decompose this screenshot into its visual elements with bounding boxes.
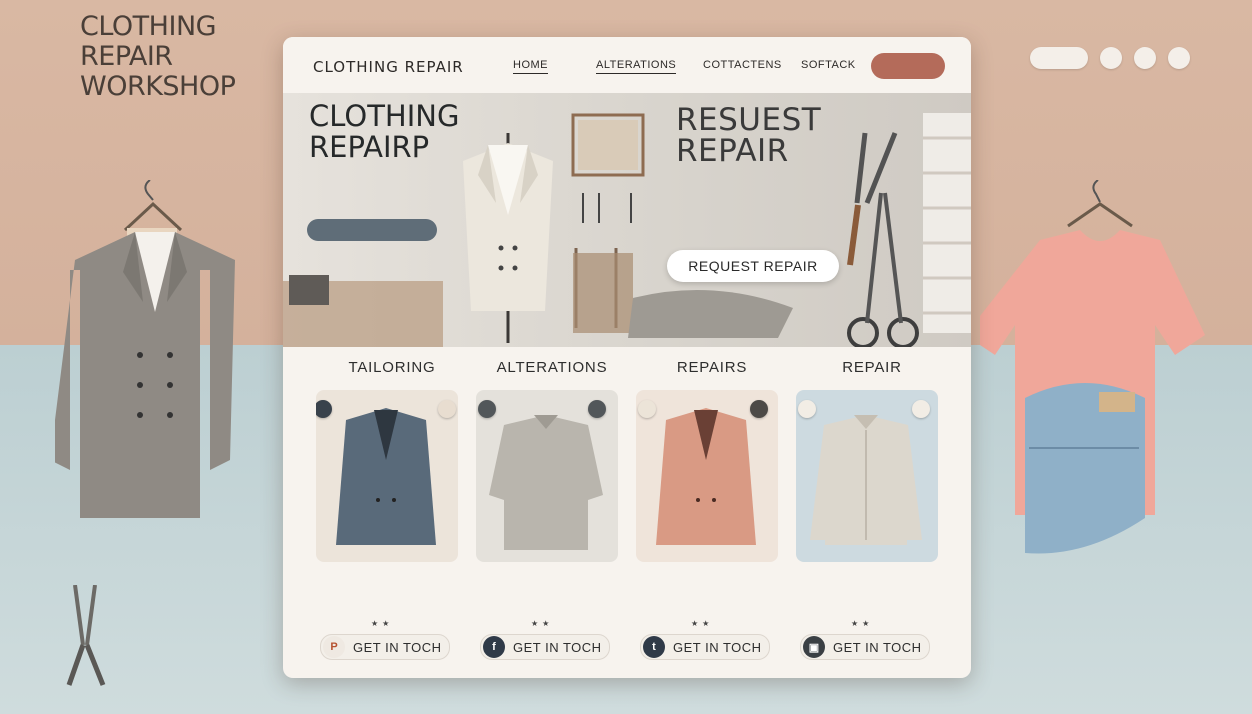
nav-link-home[interactable]: HOME [513,59,548,74]
rating-stars: ★★ [691,619,714,628]
service-image [796,390,938,562]
hero-pill-button[interactable] [307,219,437,241]
pinterest-icon: P [323,636,345,658]
get-in-touch-label: GET IN TOCH [353,639,442,655]
workshop-title-line: WORKSHOP [80,71,236,102]
get-in-touch-label: GET IN TOCH [833,639,922,655]
rating-stars: ★★ [531,619,554,628]
request-title: RESUEST REPAIR [676,105,821,167]
service-image [316,390,458,562]
nav-link-contacts[interactable]: COTTACTENS [703,59,782,71]
get-in-touch-button[interactable]: ▣ GET IN TOCH [800,634,930,660]
request-repair-button[interactable]: REQUEST REPAIR [667,250,839,282]
facebook-icon: f [483,636,505,658]
hero-section: CLOTHING REPAIRP RESUEST REPAIR REQUEST … [283,93,971,347]
twitter-icon: t [643,636,665,658]
get-in-touch-label: GET IN TOCH [673,639,762,655]
request-title-line: REPAIR [676,133,789,169]
top-toolbar [1030,47,1190,69]
user-icon[interactable] [1134,47,1156,69]
brand-logo[interactable]: CLOTHING REPAIR [313,58,464,76]
get-in-touch-button[interactable]: t GET IN TOCH [640,634,770,660]
get-in-touch-button[interactable]: P GET IN TOCH [320,634,450,660]
workshop-title: CLOTHING REPAIR WORKSHOP [80,12,280,102]
menu-icon[interactable] [1168,47,1190,69]
button-swatch [912,400,930,418]
jeans-illustration [1025,383,1145,554]
service-title: REPAIR [842,359,902,376]
button-swatch [798,400,816,418]
rating-stars: ★★ [371,619,394,628]
service-image [636,390,778,562]
service-image [476,390,618,562]
message-icon: ▣ [803,636,825,658]
workshop-title-line: REPAIR [80,41,173,72]
website-card: CLOTHING REPAIR HOME ALTERATIONS COTTACT… [283,37,971,678]
nav-cta-button[interactable] [871,53,945,79]
get-in-touch-label: GET IN TOCH [513,639,602,655]
scissors-icon [66,585,106,686]
get-in-touch-button[interactable]: f GET IN TOCH [480,634,610,660]
request-title-line: RESUEST [676,102,822,138]
nav-link-alterations[interactable]: ALTERATIONS [596,59,677,74]
hero-title: CLOTHING REPAIRP [309,101,459,163]
navbar: CLOTHING REPAIR HOME ALTERATIONS COTTACT… [283,37,971,93]
service-card-repair: REPAIR ★★ ▣ GET IN TOCH [763,347,938,678]
globe-icon[interactable] [1100,47,1122,69]
hero-title-line: REPAIRP [309,130,430,164]
workshop-title-line: CLOTHING [80,11,217,42]
service-card-tailoring: TAILORING ★★ P GET IN TOCH [283,347,458,678]
service-card-repairs: REPAIRS ★★ t GET IN TOCH [603,347,778,678]
button-swatch [638,400,656,418]
rating-stars: ★★ [851,619,874,628]
nav-link-feedback[interactable]: SOFTACK [801,59,856,71]
hero-title-line: CLOTHING [309,99,460,133]
coat-illustration [55,180,235,518]
service-card-alterations: ALTERATIONS ★★ f GET IN TOCH [443,347,618,678]
toggle-icon[interactable] [1030,47,1088,69]
button-swatch [478,400,496,418]
